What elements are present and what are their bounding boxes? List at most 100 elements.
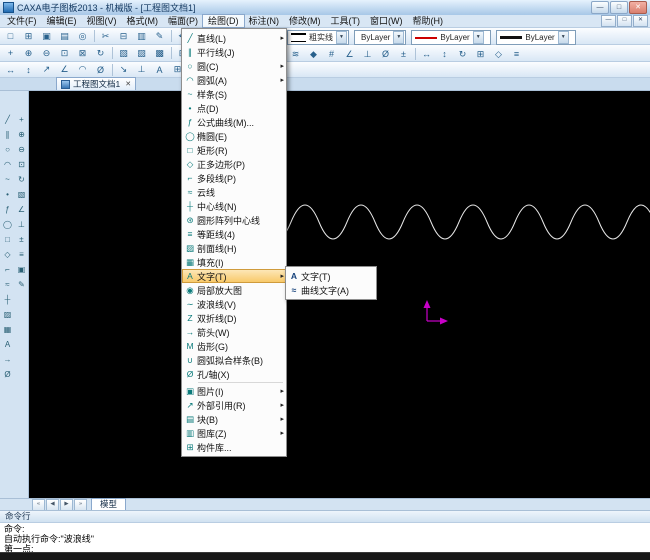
angle-tool-icon[interactable]: ∠ bbox=[15, 202, 28, 217]
draw-menu-item-17[interactable]: ▦填充(I) bbox=[182, 255, 286, 269]
draw-menu-item-15[interactable]: ≡等距线(4) bbox=[182, 227, 286, 241]
sheet-nav-button-1[interactable]: « bbox=[32, 499, 45, 511]
line-tool-icon[interactable]: ╱ bbox=[1, 112, 14, 127]
leader-icon[interactable]: ↘ bbox=[115, 62, 132, 78]
ellipse-tool-icon[interactable]: ◯ bbox=[1, 217, 14, 232]
menubar-item-5[interactable]: 幅面(P) bbox=[163, 15, 203, 27]
draw-menu-item-29[interactable]: ▥图库(Z)▸ bbox=[182, 426, 286, 440]
measure-icon[interactable]: ◇ bbox=[490, 46, 507, 62]
perpendicular-icon[interactable]: ⊥ bbox=[359, 46, 376, 62]
text-submenu-item-2[interactable]: ≈曲线文字(A) bbox=[286, 283, 376, 297]
block-tool-icon[interactable]: ▣ bbox=[15, 262, 28, 277]
line-width-combo[interactable]: ByLayer ▼ bbox=[496, 30, 576, 45]
new-icon[interactable]: □ bbox=[2, 28, 19, 44]
zoom-out-tool-icon[interactable]: ⊖ bbox=[15, 142, 28, 157]
layer-icon[interactable]: ▧ bbox=[115, 45, 132, 61]
maximize-button[interactable]: □ bbox=[610, 1, 628, 14]
tab-close-icon[interactable]: ✕ bbox=[125, 80, 131, 88]
hole-tool-icon[interactable]: Ø bbox=[1, 367, 14, 382]
print-preview-icon[interactable]: ◎ bbox=[74, 28, 91, 44]
hatch-tool-icon[interactable]: ▨ bbox=[1, 307, 14, 322]
draw-menu-item-4[interactable]: ◠圆弧(A)▸ bbox=[182, 73, 286, 87]
zoom-all-icon[interactable]: ⊠ bbox=[74, 45, 91, 61]
zoom-window-icon[interactable]: ⊡ bbox=[56, 45, 73, 61]
draw-menu-item-6[interactable]: •点(D) bbox=[182, 101, 286, 115]
draw-menu-item-8[interactable]: ◯椭圆(E) bbox=[182, 129, 286, 143]
menubar-item-3[interactable]: 视图(V) bbox=[82, 15, 122, 27]
menubar-item-11[interactable]: 帮助(H) bbox=[408, 15, 449, 27]
command-line-panel[interactable]: 命令:自动执行命令:"波浪线"第一点: bbox=[0, 522, 650, 552]
text-tool-icon[interactable]: A bbox=[1, 337, 14, 352]
draw-menu-item-25[interactable]: Ø孔/轴(X) bbox=[182, 367, 286, 381]
color-fill-icon[interactable]: ◆ bbox=[305, 46, 322, 62]
layer-settings-icon[interactable]: ▨ bbox=[133, 45, 150, 61]
centerline-tool-icon[interactable]: ┼ bbox=[1, 292, 14, 307]
menubar-item-6[interactable]: 绘图(D) bbox=[203, 15, 244, 27]
rectangle-tool-icon[interactable]: □ bbox=[1, 232, 14, 247]
doc-minimize-button[interactable]: — bbox=[601, 15, 616, 27]
sheet-nav-button-4[interactable]: » bbox=[74, 499, 87, 511]
line-color-combo[interactable]: ByLayer ▼ bbox=[411, 30, 491, 45]
wave-tool-icon[interactable]: ≈ bbox=[1, 277, 14, 292]
format-painter-icon[interactable]: ✎ bbox=[151, 28, 168, 44]
draw-menu-item-30[interactable]: ⊞构件库... bbox=[182, 440, 286, 454]
rotate-icon[interactable]: ↻ bbox=[454, 46, 471, 62]
menubar-item-2[interactable]: 编辑(E) bbox=[42, 15, 82, 27]
chevron-down-icon[interactable]: ▼ bbox=[336, 31, 347, 44]
draw-menu-item-12[interactable]: ≈云线 bbox=[182, 185, 286, 199]
menubar-item-9[interactable]: 工具(T) bbox=[326, 15, 366, 27]
polygon-tool-icon[interactable]: ◇ bbox=[1, 247, 14, 262]
chevron-down-icon[interactable]: ▼ bbox=[558, 31, 569, 44]
dim-vertical-icon[interactable]: ↕ bbox=[20, 62, 37, 78]
close-button[interactable]: ✕ bbox=[629, 1, 647, 14]
zoom-out-icon[interactable]: ⊖ bbox=[38, 45, 55, 61]
pan-tool-icon[interactable]: + bbox=[15, 112, 28, 127]
pan-icon[interactable]: + bbox=[2, 45, 19, 61]
text-submenu-item-1[interactable]: A文字(T) bbox=[286, 269, 376, 283]
draw-menu-item-13[interactable]: ┼中心线(N) bbox=[182, 199, 286, 213]
draw-menu-item-11[interactable]: ⌐多段线(P) bbox=[182, 171, 286, 185]
chevron-down-icon[interactable]: ▼ bbox=[393, 31, 404, 44]
arrow-tool-icon[interactable]: → bbox=[1, 352, 14, 367]
linewidth-tool-icon[interactable]: ≡ bbox=[15, 247, 28, 262]
fill-tool-icon[interactable]: ▦ bbox=[1, 322, 14, 337]
linetype-icon[interactable]: ≋ bbox=[287, 46, 304, 62]
formula-curve-tool-icon[interactable]: ƒ bbox=[1, 202, 14, 217]
diameter-icon[interactable]: Ø bbox=[377, 46, 394, 62]
zoom-in-tool-icon[interactable]: ⊕ bbox=[15, 127, 28, 142]
mirror-h-icon[interactable]: ↔ bbox=[418, 46, 435, 62]
arc-tool-icon[interactable]: ◠ bbox=[1, 157, 14, 172]
draw-menu-item-1[interactable]: ╱直线(L)▸ bbox=[182, 31, 286, 45]
draw-menu-item-21[interactable]: Z双折线(D) bbox=[182, 311, 286, 325]
options-icon[interactable]: ≡ bbox=[508, 46, 525, 62]
doc-restore-button[interactable]: □ bbox=[617, 15, 632, 27]
draw-menu-item-28[interactable]: ▤块(B)▸ bbox=[182, 412, 286, 426]
dim-linear-icon[interactable]: ↔ bbox=[2, 62, 19, 78]
doc-close-button[interactable]: ✕ bbox=[633, 15, 648, 27]
draw-menu-item-5[interactable]: ~样条(S) bbox=[182, 87, 286, 101]
draw-menu-item-14[interactable]: ⊛圆形阵列中心线 bbox=[182, 213, 286, 227]
draw-menu-item-24[interactable]: ∪圆弧拟合样条(B) bbox=[182, 353, 286, 367]
spline-tool-icon[interactable]: ~ bbox=[1, 172, 14, 187]
parallel-tool-icon[interactable]: ∥ bbox=[1, 127, 14, 142]
tolerance-icon[interactable]: ± bbox=[395, 46, 412, 62]
zoom-window-tool-icon[interactable]: ⊡ bbox=[15, 157, 28, 172]
draw-menu-item-2[interactable]: ∥平行线(J) bbox=[182, 45, 286, 59]
text-style-icon[interactable]: A bbox=[151, 62, 168, 78]
dim-aligned-icon[interactable]: ↗ bbox=[38, 62, 55, 78]
document-tab[interactable]: 工程图文档1 ✕ bbox=[56, 77, 136, 90]
circle-tool-icon[interactable]: ○ bbox=[1, 142, 14, 157]
menubar-item-1[interactable]: 文件(F) bbox=[2, 15, 42, 27]
menubar-item-10[interactable]: 窗口(W) bbox=[365, 15, 408, 27]
zoom-in-icon[interactable]: ⊕ bbox=[20, 45, 37, 61]
menubar-item-7[interactable]: 标注(N) bbox=[244, 15, 285, 27]
draw-menu-item-23[interactable]: M齿形(G) bbox=[182, 339, 286, 353]
tolerance-tool-icon[interactable]: ± bbox=[15, 232, 28, 247]
open-icon[interactable]: ⊞ bbox=[20, 28, 37, 44]
dim-angle-icon[interactable]: ∠ bbox=[56, 62, 73, 78]
minimize-button[interactable]: — bbox=[591, 1, 609, 14]
polyline-tool-icon[interactable]: ⌐ bbox=[1, 262, 14, 277]
sheet-nav-button-3[interactable]: ▶ bbox=[60, 499, 73, 511]
draw-menu-item-27[interactable]: ↗外部引用(R)▸ bbox=[182, 398, 286, 412]
draw-menu-item-16[interactable]: ▨剖面线(H) bbox=[182, 241, 286, 255]
